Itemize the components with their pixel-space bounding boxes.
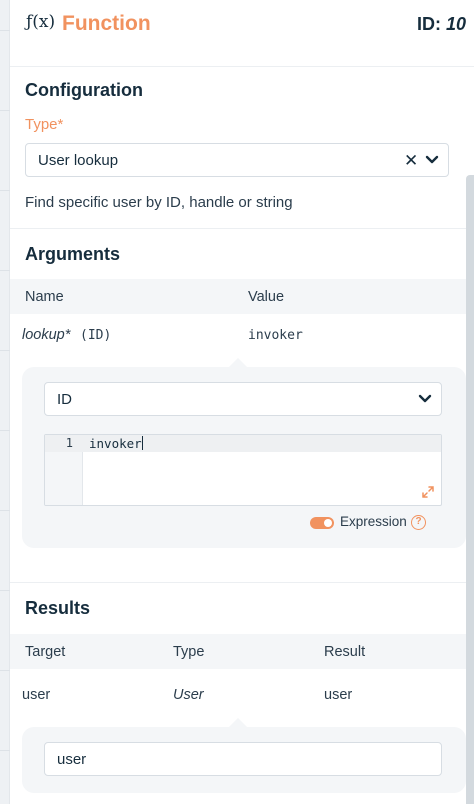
expand-icon[interactable] [421,485,435,499]
argument-value: invoker [248,328,303,343]
chevron-down-icon[interactable] [425,153,439,167]
function-panel: ƒ(x) Function ID: 10 Configuration Type*… [10,0,474,804]
column-value: Value [248,289,285,305]
column-result: Result [324,644,366,660]
scrollbar[interactable] [466,175,474,804]
value-type-select-value: ID [57,391,72,408]
panel-header: ƒ(x) Function ID: 10 [10,0,474,52]
results-title: Results [25,598,91,618]
panel-title: Function [62,12,151,35]
text-cursor [141,436,143,450]
expression-toggle-label: Expression [340,514,407,529]
card-pointer [229,718,247,727]
type-label: Type* [25,116,64,133]
argument-type-hint: (ID) [80,328,112,343]
function-id: ID: 10 [417,14,466,35]
code-text: invoker [89,436,142,451]
column-name: Name [25,289,64,305]
type-select[interactable]: User lookup ✕ [25,143,449,177]
header-divider [10,66,474,67]
configuration-title: Configuration [25,80,143,100]
help-icon[interactable]: ? [411,515,426,530]
target-input[interactable]: user [44,742,442,776]
result-editor-card: user [22,727,466,793]
value-type-select[interactable]: ID [44,382,442,416]
id-label: ID: [416,14,441,34]
argument-editor-card: ID 1 invoker Expression ? [22,367,466,548]
section-divider [10,582,474,583]
arguments-table-header: Name Value [10,279,474,314]
expression-toggle[interactable] [310,517,334,529]
background-strip [0,0,10,804]
target-input-value: user [57,751,87,768]
function-icon: ƒ(x) [26,12,56,32]
argument-name: lookup* [22,327,71,343]
type-description: Find specific user by ID, handle or stri… [25,194,293,211]
arguments-title: Arguments [25,244,121,264]
column-type: Type [173,644,205,660]
card-pointer [229,358,247,367]
id-value: 10 [445,14,466,34]
type-select-value: User lookup [38,152,119,169]
result-target: user [22,687,51,703]
section-divider [10,228,474,229]
line-number: 1 [65,436,73,450]
results-table-header: Target Type Result [10,634,474,669]
result-type: User [173,687,204,703]
column-target: Target [25,644,66,660]
clear-icon[interactable]: ✕ [404,151,418,170]
result-value: user [324,687,353,703]
chevron-down-icon[interactable] [418,392,432,406]
editor-code-line[interactable]: invoker [89,436,143,451]
expression-editor[interactable]: 1 invoker [44,434,442,506]
